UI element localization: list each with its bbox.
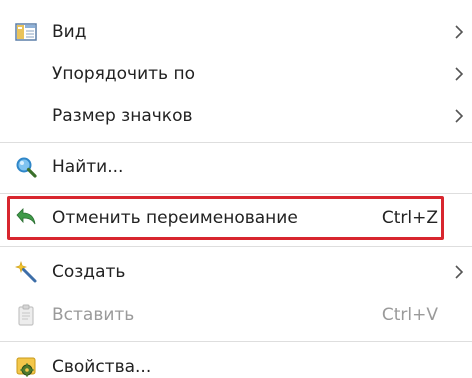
search-icon	[14, 155, 38, 179]
chevron-right-icon	[450, 260, 468, 284]
menu-item-label: Отменить переименование	[52, 208, 298, 228]
view-panel-icon	[14, 20, 38, 44]
menu-item-find[interactable]: Найти...	[0, 145, 472, 189]
menu-separator	[0, 246, 472, 247]
menu-item-properties[interactable]: Свойства...	[0, 345, 472, 378]
chevron-right-icon	[450, 104, 468, 128]
menu-item-view[interactable]: Вид	[0, 10, 472, 54]
magic-wand-icon	[14, 260, 38, 284]
shortcut-label: Ctrl+Z	[381, 208, 438, 228]
chevron-right-icon	[450, 62, 468, 86]
shortcut-label: Ctrl+V	[381, 305, 438, 325]
menu-separator	[0, 341, 472, 342]
menu-item-label: Вид	[52, 22, 87, 42]
menu-separator	[0, 142, 472, 143]
undo-arrow-icon	[14, 206, 38, 230]
menu-item-label: Вставить	[52, 305, 135, 325]
properties-gear-icon	[14, 355, 38, 378]
menu-item-label: Свойства...	[52, 357, 152, 377]
menu-separator	[0, 193, 472, 194]
menu-item-icon-size[interactable]: Размер значков	[0, 94, 472, 138]
menu-item-label: Размер значков	[52, 106, 193, 126]
menu-item-create[interactable]: Создать	[0, 250, 472, 294]
menu-item-sort-by[interactable]: Упорядочить по	[0, 52, 472, 96]
menu-item-label: Найти...	[52, 157, 124, 177]
clipboard-icon	[14, 303, 38, 327]
menu-item-label: Создать	[52, 262, 126, 282]
menu-item-label: Упорядочить по	[52, 64, 195, 84]
chevron-right-icon	[450, 20, 468, 44]
context-menu: Вид Упорядочить по Размер значков Найти.…	[0, 0, 472, 378]
menu-item-undo-rename[interactable]: Отменить переименование Ctrl+Z	[0, 196, 472, 240]
menu-item-paste: Вставить Ctrl+V	[0, 293, 472, 337]
